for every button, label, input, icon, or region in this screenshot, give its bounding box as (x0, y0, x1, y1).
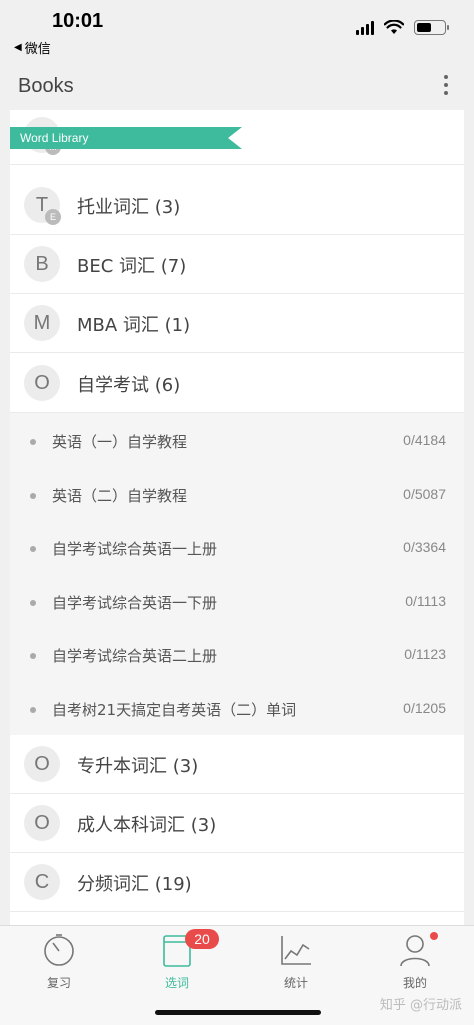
book-name: 英语（一）自学教程 (52, 433, 188, 451)
category-row[interactable]: O 成人本科词汇 (3) (10, 794, 464, 853)
status-bar: 10:01 ◀ 微信 (0, 0, 474, 58)
user-icon (400, 935, 430, 967)
book-item[interactable]: 自考树21天搞定自考英语（二）单词 0/1205 (10, 683, 464, 736)
wifi-icon (384, 20, 404, 34)
category-row[interactable]: O 自学考试 (6) (10, 354, 464, 413)
tab-profile[interactable]: 我的 (356, 932, 474, 992)
tab-statistics[interactable]: 统计 (237, 932, 355, 992)
more-dot-icon (444, 91, 448, 95)
category-row[interactable]: O 专升本词汇 (3) (10, 735, 464, 794)
bullet-icon (30, 707, 36, 713)
tab-label: 选词 (164, 976, 189, 990)
select-words-badge: 20 (185, 929, 219, 949)
book-item[interactable]: 英语（一）自学教程 0/4184 (10, 415, 464, 468)
category-letter-icon: M (24, 305, 60, 341)
word-library-ribbon: Word Library (10, 127, 242, 149)
signal-icon (356, 20, 374, 35)
category-letter-icon: O (24, 805, 60, 841)
profile-notification-dot (430, 932, 438, 940)
category-label: 专升本词汇 (3) (77, 756, 199, 777)
category-row[interactable]: T E 托业词汇 (3) (10, 176, 464, 235)
book-progress: 0/1205 (403, 700, 446, 716)
category-row[interactable]: B BEC 词汇 (7) (10, 235, 464, 294)
book-item[interactable]: 英语（二）自学教程 0/5087 (10, 469, 464, 522)
book-progress: 0/4184 (403, 432, 446, 448)
more-menu-button[interactable] (436, 73, 456, 97)
battery-icon (414, 20, 449, 35)
category-row[interactable]: C 分频词汇 (19) (10, 853, 464, 912)
tab-review[interactable]: 复习 (0, 932, 118, 992)
bullet-icon (30, 653, 36, 659)
category-label: 分频词汇 (19) (77, 874, 192, 895)
category-row[interactable]: M MBA 词汇 (1) (10, 294, 464, 353)
bullet-icon (30, 600, 36, 606)
category-label: 成人本科词汇 (3) (77, 815, 217, 836)
category-letter-icon: O (24, 746, 60, 782)
book-progress: 0/1113 (405, 593, 446, 609)
book-name: 英语（二）自学教程 (52, 487, 188, 505)
book-name: 自学考试综合英语二上册 (52, 647, 218, 665)
chart-icon (281, 936, 311, 965)
category-letter-icon: C (24, 864, 60, 900)
bullet-icon (30, 546, 36, 552)
category-label: BEC 词汇 (7) (77, 256, 187, 277)
category-letter-icon: O (24, 365, 60, 401)
book-item[interactable]: 自学考试综合英语二上册 0/1123 (10, 629, 464, 682)
book-name: 自学考试综合英语一下册 (52, 594, 218, 612)
book-name: 自考树21天搞定自考英语（二）单词 (52, 701, 297, 719)
back-triangle-icon: ◀ (14, 42, 22, 53)
category-letter-icon: B (24, 246, 60, 282)
back-to-wechat[interactable]: ◀ 微信 (14, 38, 51, 57)
page-header: Books (0, 60, 474, 110)
category-label: MBA 词汇 (1) (77, 315, 191, 336)
bullet-icon (30, 493, 36, 499)
more-dot-icon (444, 75, 448, 79)
category-label: 托业词汇 (3) (77, 197, 181, 218)
back-label: 微信 (24, 42, 51, 57)
status-time: 10:01 (52, 10, 104, 32)
bullet-icon (30, 439, 36, 445)
page-title: Books (18, 75, 74, 97)
sub-book-list: 英语（一）自学教程 0/4184 英语（二）自学教程 0/5087 自学考试综合… (10, 413, 464, 735)
category-label: 自学考试 (6) (77, 375, 181, 396)
book-progress: 0/3364 (403, 539, 446, 555)
tab-label: 统计 (283, 976, 308, 990)
home-indicator[interactable] (155, 1010, 321, 1015)
book-item[interactable]: 自学考试综合英语一下册 0/1113 (10, 576, 464, 629)
book-list: G M GMAT 词汇 (1) T E 托业词汇 (3) B BEC 词汇 (7… (10, 110, 464, 925)
tab-label: 我的 (402, 976, 427, 990)
book-progress: 0/1123 (404, 646, 446, 662)
timer-icon (44, 934, 74, 966)
book-name: 自学考试综合英语一上册 (52, 540, 218, 558)
book-progress: 0/5087 (403, 486, 446, 502)
status-icons (356, 20, 449, 35)
tab-label: 复习 (46, 976, 71, 990)
category-sub-icon: E (45, 209, 61, 225)
watermark: 知乎 @行动派 (379, 998, 462, 1013)
book-item[interactable]: 自学考试综合英语一上册 0/3364 (10, 522, 464, 575)
more-dot-icon (444, 83, 448, 87)
